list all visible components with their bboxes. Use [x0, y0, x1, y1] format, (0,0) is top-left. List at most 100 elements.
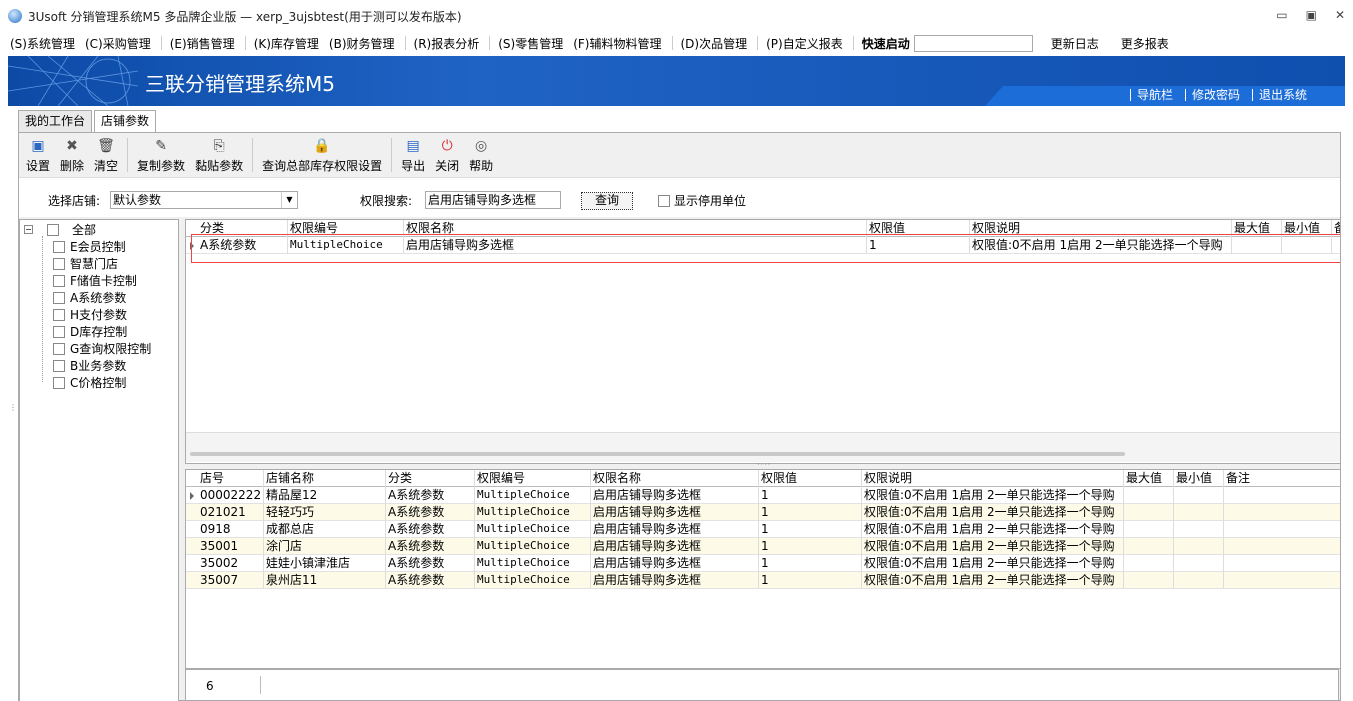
export-disk-icon: ▤	[406, 138, 420, 154]
tab-store-params[interactable]: 店铺参数	[94, 110, 157, 132]
column-header[interactable]: 权限说明	[862, 470, 1124, 487]
column-header[interactable]: 店铺名称	[264, 470, 386, 487]
menu-separator	[160, 36, 162, 50]
column-header[interactable]: 店号	[198, 470, 264, 487]
checkbox-icon[interactable]	[53, 240, 65, 253]
tree-item[interactable]: D库存控制	[53, 323, 127, 340]
menu-custom-reports[interactable]: (P)自定义报表	[766, 35, 843, 52]
change-password-link[interactable]: 修改密码	[1184, 89, 1240, 101]
delete-button[interactable]: ✖ 删除	[55, 138, 89, 177]
footer-separator	[260, 676, 261, 694]
nav-bar-link[interactable]: 导航栏	[1129, 89, 1173, 101]
collapse-icon[interactable]: −	[24, 225, 33, 234]
menu-materials[interactable]: (F)辅料物料管理	[573, 35, 661, 52]
tree-item[interactable]: F储值卡控制	[53, 272, 137, 289]
copy-params-button[interactable]: ✎ 复制参数	[132, 138, 190, 177]
show-disabled-checkbox[interactable]: 显示停用单位	[658, 192, 746, 209]
checkbox-icon[interactable]	[53, 257, 65, 270]
checkbox-icon[interactable]	[53, 325, 65, 338]
table-row[interactable]: 35001 涂门店 A系统参数 MultipleChoice 启用店铺导购多选框 1 权限值…	[186, 538, 1340, 555]
tree-item[interactable]: C价格控制	[53, 374, 126, 391]
checkbox-icon[interactable]	[53, 376, 65, 389]
exit-system-link[interactable]: 退出系统	[1251, 89, 1307, 101]
close-icon[interactable]: ✕	[1335, 8, 1345, 22]
splitter-handle[interactable]: ⋮	[9, 403, 18, 412]
table-cell	[1174, 555, 1224, 572]
table-row[interactable]: 35002 娃娃小镇津淮店 A系统参数 MultipleChoice 启用店铺导购多选框…	[186, 555, 1340, 572]
table-cell: MultipleChoice	[475, 487, 591, 504]
checkbox-icon[interactable]	[53, 274, 65, 287]
column-header[interactable]: 最小值	[1174, 470, 1224, 487]
tab-workbench[interactable]: 我的工作台	[18, 110, 93, 132]
query-button[interactable]: 查询	[581, 192, 633, 210]
table-cell: 启用店铺导购多选框	[591, 538, 759, 555]
menu-sales[interactable]: (E)销售管理	[170, 35, 235, 52]
horizontal-scrollbar[interactable]	[190, 452, 1125, 456]
menu-purchase[interactable]: (C)采购管理	[85, 35, 151, 52]
menu-retail[interactable]: (S)零售管理	[498, 35, 563, 52]
clear-button[interactable]: 🗑 清空	[89, 138, 123, 177]
column-header[interactable]: 分类	[386, 470, 475, 487]
checkbox-box[interactable]	[658, 194, 670, 207]
table-row[interactable]: 00002222 精品屋12 A系统参数 MultipleChoice 启用店铺导购多选…	[186, 487, 1340, 504]
column-header[interactable]: 备注	[1224, 470, 1340, 487]
settings-button[interactable]: ▣ 设置	[21, 138, 55, 177]
checkbox-icon[interactable]	[47, 223, 59, 236]
perm-search-label: 权限搜索:	[360, 194, 413, 208]
splitter-handle[interactable]: ····	[757, 460, 771, 469]
menu-reports[interactable]: (R)报表分析	[414, 35, 480, 52]
table-cell	[1224, 521, 1340, 538]
table-row[interactable]: 35007 泉州店11 A系统参数 MultipleChoice 启用店铺导购多选框 1 权…	[186, 572, 1340, 589]
toolbar-separator	[127, 138, 129, 172]
tree-item-all[interactable]: 全部	[47, 221, 96, 238]
checkbox-icon[interactable]	[53, 359, 65, 372]
table-row[interactable]: 021021 轻轻巧巧 A系统参数 MultipleChoice 启用店铺导购多选框 1 权…	[186, 504, 1340, 521]
store-select[interactable]: 默认参数 ▼	[110, 191, 298, 209]
table-cell: MultipleChoice	[475, 572, 591, 589]
chevron-down-icon[interactable]: ▼	[281, 192, 297, 208]
save-disk-icon: ▣	[31, 138, 45, 154]
table-cell: MultipleChoice	[475, 521, 591, 538]
maximize-icon[interactable]: ▣	[1306, 8, 1317, 22]
menu-finance[interactable]: (B)财务管理	[329, 35, 395, 52]
tree-item[interactable]: A系统参数	[53, 289, 126, 306]
table-cell: 泉州店11	[264, 572, 386, 589]
column-header[interactable]: 权限编号	[475, 470, 591, 487]
quick-start-input[interactable]	[913, 34, 1033, 52]
table-cell: 成都总店	[264, 521, 386, 538]
checkbox-icon[interactable]	[53, 291, 65, 304]
tree-item[interactable]: E会员控制	[53, 238, 126, 255]
tree-item[interactable]: B业务参数	[53, 357, 126, 374]
help-button[interactable]: ◎ 帮助	[464, 138, 498, 177]
tree-item[interactable]: H支付参数	[53, 306, 127, 323]
table-row[interactable]: 0918 成都总店 A系统参数 MultipleChoice 启用店铺导购多选框 1 权限值…	[186, 521, 1340, 538]
menu-separator	[244, 36, 246, 50]
minimize-icon[interactable]: ▭	[1276, 8, 1287, 22]
status-footer: 6	[185, 669, 1339, 701]
table-cell	[1124, 538, 1174, 555]
paste-params-button[interactable]: ⎘ 黏贴参数	[190, 138, 248, 177]
export-button[interactable]: ▤ 导出	[396, 138, 430, 177]
menu-system[interactable]: (S)系统管理	[10, 35, 75, 52]
help-icon: ◎	[475, 138, 488, 154]
filter-bar: 选择店铺: 默认参数 ▼ 权限搜索: 启用店铺导购多选框 查询 显示停用单位	[19, 177, 1340, 217]
lock-icon: 🔒	[313, 138, 331, 154]
query-hq-stock-perm-button[interactable]: 🔒 查询总部库存权限设置	[257, 138, 387, 177]
tree-item[interactable]: 智慧门店	[53, 255, 118, 272]
menu-defects[interactable]: (D)次品管理	[681, 35, 748, 52]
perm-search-input[interactable]: 启用店铺导购多选框	[425, 191, 561, 209]
column-header[interactable]: 权限值	[759, 470, 862, 487]
close-button[interactable]: ⏻ 关闭	[430, 138, 464, 177]
checkbox-icon[interactable]	[53, 308, 65, 321]
menu-bar: (S)系统管理 (C)采购管理 (E)销售管理 (K)库存管理 (B)财务管理 …	[0, 32, 1353, 54]
tree-item[interactable]: G查询权限控制	[53, 340, 151, 357]
column-header[interactable]: 最大值	[1124, 470, 1174, 487]
menu-separator	[757, 36, 759, 50]
checkbox-icon[interactable]	[53, 342, 65, 355]
menu-changelog[interactable]: 更新日志	[1051, 35, 1099, 52]
edit-icon: ✎	[155, 138, 167, 154]
table-cell: A系统参数	[386, 555, 475, 572]
menu-more-reports[interactable]: 更多报表	[1121, 35, 1169, 52]
menu-inventory[interactable]: (K)库存管理	[254, 35, 319, 52]
column-header[interactable]: 权限名称	[591, 470, 759, 487]
